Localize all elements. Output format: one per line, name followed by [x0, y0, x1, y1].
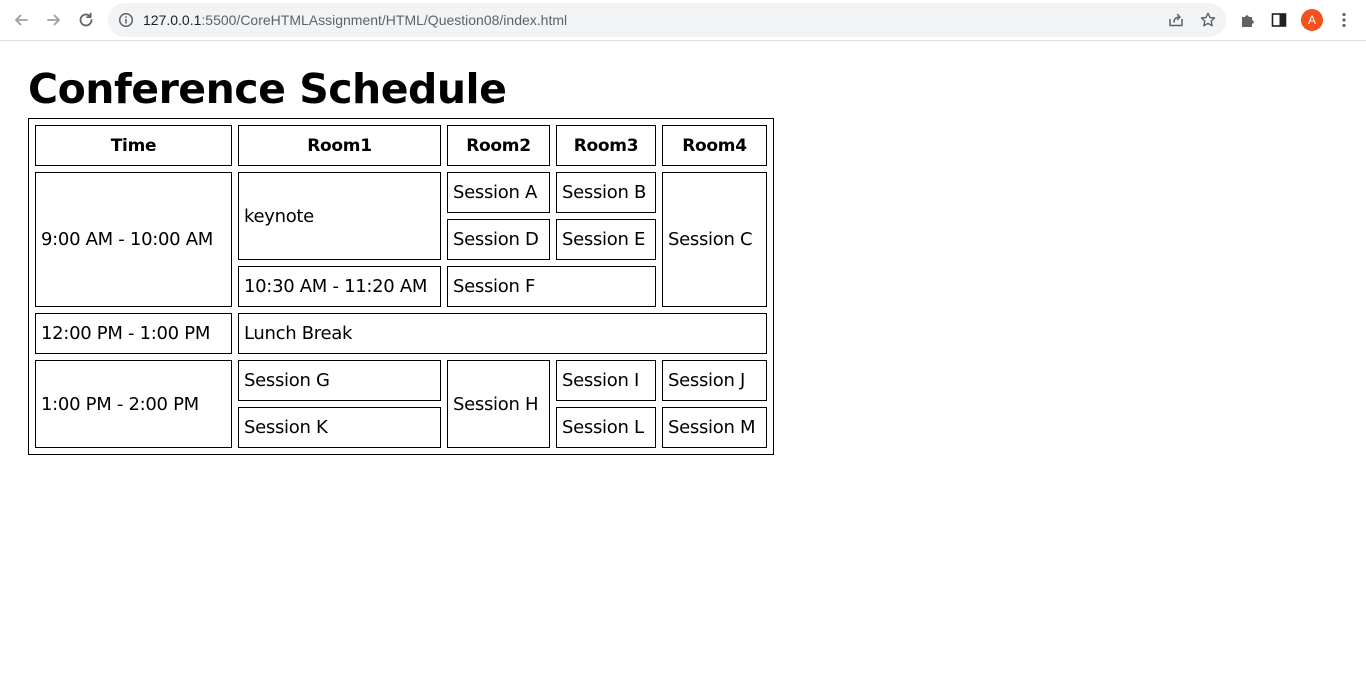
lunch-cell: Lunch Break [238, 313, 767, 354]
session-cell: Session D [447, 219, 550, 260]
extensions-icon[interactable] [1237, 9, 1259, 31]
time-cell: 12:00 PM - 1:00 PM [35, 313, 232, 354]
side-panel-icon[interactable] [1268, 9, 1290, 31]
session-cell: Session K [238, 407, 441, 448]
session-cell: Session A [447, 172, 550, 213]
keynote-cell: keynote [238, 172, 441, 260]
profile-avatar[interactable]: A [1301, 9, 1323, 31]
share-icon[interactable] [1167, 11, 1185, 29]
star-icon[interactable] [1199, 11, 1217, 29]
page-content: Conference Schedule Time Room1 Room2 Roo… [0, 41, 1366, 685]
time-cell: 10:30 AM - 11:20 AM [238, 266, 441, 307]
session-cell: Session E [556, 219, 656, 260]
forward-icon[interactable] [42, 8, 66, 32]
url-path: :5500/CoreHTMLAssignment/HTML/Question08… [201, 12, 568, 28]
url-text[interactable]: 127.0.0.1:5500/CoreHTMLAssignment/HTML/Q… [143, 3, 567, 37]
schedule-table: Time Room1 Room2 Room3 Room4 9:00 AM - 1… [28, 118, 774, 455]
session-cell: Session G [238, 360, 441, 401]
header-time: Time [35, 125, 232, 166]
browser-toolbar: 127.0.0.1:5500/CoreHTMLAssignment/HTML/Q… [0, 0, 1366, 41]
session-cell: Session H [447, 360, 550, 448]
address-bar[interactable]: 127.0.0.1:5500/CoreHTMLAssignment/HTML/Q… [108, 3, 1226, 37]
url-host: 127.0.0.1 [143, 12, 202, 28]
session-cell: Session C [662, 172, 767, 307]
session-cell: Session L [556, 407, 656, 448]
header-room3: Room3 [556, 125, 656, 166]
more-icon[interactable] [1333, 9, 1355, 31]
session-cell: Session J [662, 360, 767, 401]
page-title: Conference Schedule [28, 65, 507, 113]
header-room1: Room1 [238, 125, 441, 166]
time-cell: 1:00 PM - 2:00 PM [35, 360, 232, 448]
table-row: 1:00 PM - 2:00 PM Session G Session H Se… [35, 360, 767, 448]
table-row: 9:00 AM - 10:00 AM keynote Session A Ses… [35, 172, 767, 307]
header-row: Time Room1 Room2 Room3 Room4 [35, 125, 767, 166]
session-cell: Session M [662, 407, 767, 448]
header-room4: Room4 [662, 125, 767, 166]
session-cell: Session B [556, 172, 656, 213]
back-icon[interactable] [9, 8, 33, 32]
reload-icon[interactable] [74, 8, 98, 32]
time-cell: 9:00 AM - 10:00 AM [35, 172, 232, 307]
table-row: 12:00 PM - 1:00 PM Lunch Break [35, 313, 767, 354]
info-icon[interactable] [118, 12, 134, 28]
session-cell: Session F [447, 266, 656, 307]
header-room2: Room2 [447, 125, 550, 166]
session-cell: Session I [556, 360, 656, 401]
